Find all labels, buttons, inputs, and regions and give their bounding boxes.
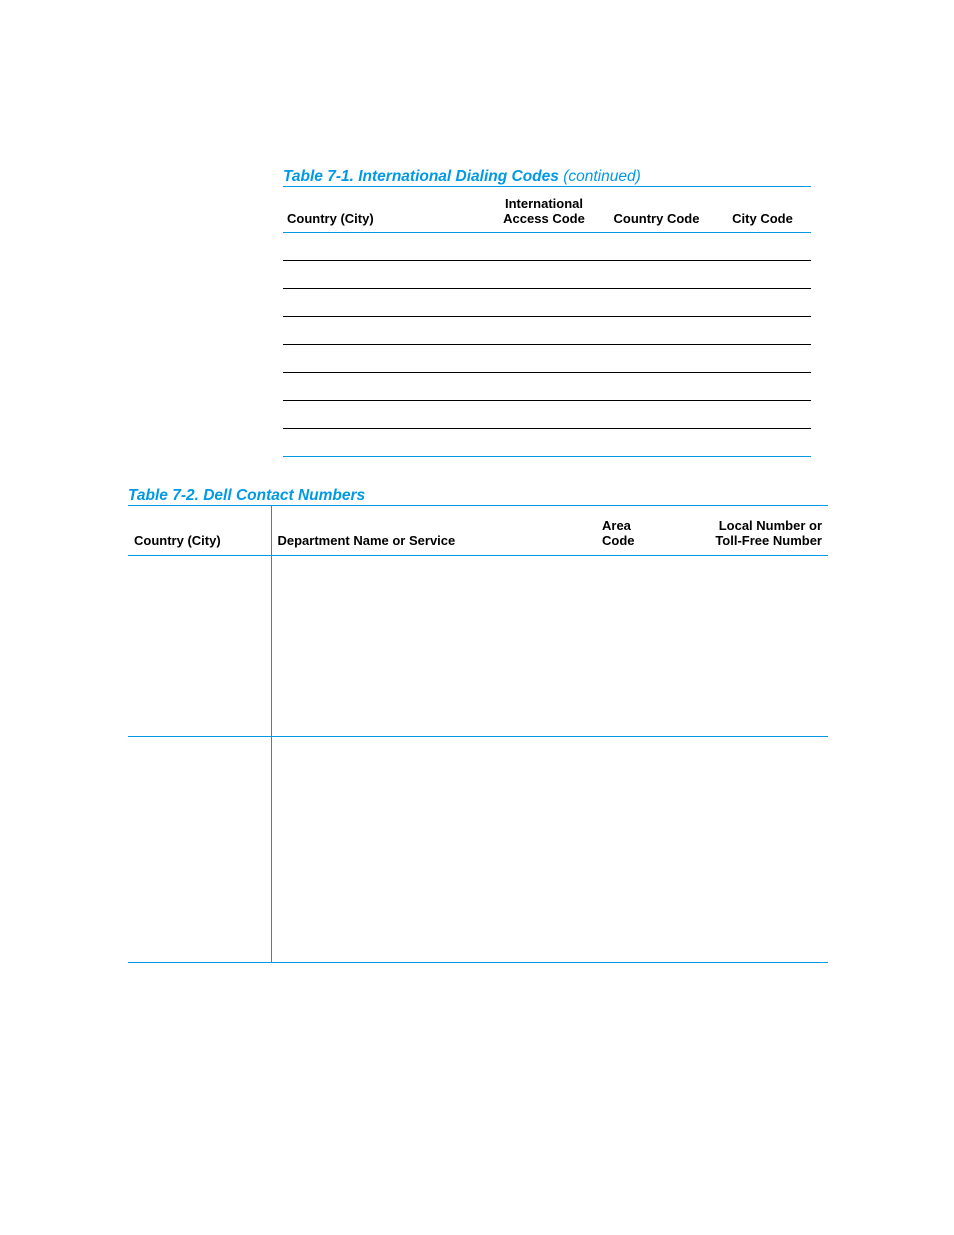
table-row — [283, 317, 811, 345]
col-department: Department Name or Service — [271, 506, 596, 556]
table-row — [283, 233, 811, 261]
col-country-city: Country (City) — [128, 506, 271, 556]
table-row — [283, 429, 811, 457]
table-7-2: Country (City) Department Name or Servic… — [128, 505, 828, 963]
table-row — [283, 401, 811, 429]
table-row: Country (City) International Access Code… — [283, 187, 811, 233]
header-line: Access Code — [503, 211, 585, 226]
caption-text: Table 7-1. International Dialing Codes — [283, 168, 563, 185]
col-country-city: Country (City) — [283, 187, 489, 233]
header-line: Area — [602, 518, 631, 533]
table-7-2-caption: Table 7-2. Dell Contact Numbers — [128, 487, 365, 505]
table-row: Country (City) Department Name or Servic… — [128, 506, 828, 556]
header-line: Toll-Free Number — [715, 533, 822, 548]
col-intl-access-code: International Access Code — [489, 187, 599, 233]
table-row — [128, 556, 828, 737]
header-line: International — [505, 196, 583, 211]
table-row — [283, 289, 811, 317]
table-row — [283, 373, 811, 401]
table-7-1-caption: Table 7-1. International Dialing Codes (… — [283, 168, 641, 186]
col-country-code: Country Code — [599, 187, 714, 233]
table-body — [128, 556, 828, 963]
table-7-1: Country (City) International Access Code… — [283, 186, 811, 457]
col-local-or-tollfree: Local Number or Toll-Free Number — [656, 506, 828, 556]
table-row — [283, 261, 811, 289]
table-row — [283, 345, 811, 373]
table-row — [128, 737, 828, 963]
header-line: Code — [602, 533, 635, 548]
col-city-code: City Code — [714, 187, 811, 233]
col-area-code: Area Code — [596, 506, 656, 556]
header-line: Local Number or — [719, 518, 822, 533]
table-body — [283, 233, 811, 457]
caption-continued: (continued) — [563, 168, 641, 185]
